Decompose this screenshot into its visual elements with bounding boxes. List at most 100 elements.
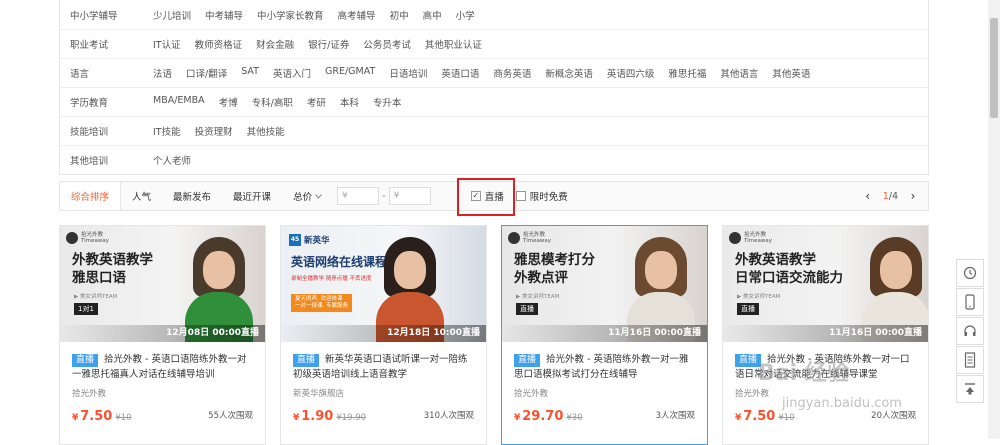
price-range: ¥ - ¥ [337, 187, 431, 205]
filter-item[interactable]: 银行/证券 [308, 37, 349, 51]
filter-item[interactable]: 其他技能 [247, 124, 285, 138]
course-title[interactable]: 直播 拾光外教 - 英语陪练外教一对一雅思口语模拟考试打分在线辅导 [514, 352, 695, 382]
currency-symbol: ¥ [735, 413, 742, 423]
price-value: 7.50 [743, 409, 776, 424]
live-time: 11月16日 00:00直播 [723, 325, 928, 342]
filter-item[interactable]: IT技能 [153, 124, 181, 138]
free-filter-checkbox[interactable]: 限时免费 [515, 189, 568, 203]
course-price: ¥7.50 [735, 409, 775, 424]
course-thumbnail[interactable]: 拾光外教 Timeaway 外教英语教学 雅思口语 ▶ 美女讲师TEAM 1对1 … [60, 226, 265, 342]
filter-item[interactable]: 高考辅导 [338, 8, 376, 22]
sort-comprehensive[interactable]: 综合排序 [60, 182, 122, 210]
filter-item[interactable]: SAT [241, 66, 259, 80]
filter-item[interactable]: 少儿培训 [153, 8, 191, 22]
filter-item[interactable]: 考研 [307, 95, 326, 109]
course-card[interactable]: 拾光外教 Timeaway 雅思模考打分 外教点评 ▶ 美女讲师TEAM 直播 1… [501, 225, 708, 445]
currency-symbol: ¥ [293, 413, 300, 423]
price-value: 7.50 [80, 409, 113, 424]
filter-item[interactable]: 专科/高职 [252, 95, 293, 109]
filter-item[interactable]: 教师资格证 [195, 37, 243, 51]
thumb-title-line1: 英语网络在线课程 [291, 255, 388, 269]
course-thumbnail[interactable]: 拾光外教 Timeaway 雅思模考打分 外教点评 ▶ 美女讲师TEAM 直播 1… [502, 226, 707, 342]
sort-price[interactable]: 总价 [282, 182, 333, 210]
original-price: ¥30 [566, 413, 583, 423]
original-price: ¥19.90 [336, 413, 367, 423]
filter-item[interactable]: 口译/翻译 [186, 66, 227, 80]
scrollbar-thumb[interactable] [990, 18, 998, 118]
filter-item[interactable]: 英语四六级 [607, 66, 655, 80]
filter-item[interactable]: IT认证 [153, 37, 181, 51]
sort-newest[interactable]: 最新发布 [162, 182, 222, 210]
course-card[interactable]: 拾光外教 Timeaway 外教英语教学 雅思口语 ▶ 美女讲师TEAM 1对1 … [59, 225, 266, 445]
course-org[interactable]: 拾光外教 [72, 387, 253, 399]
thumb-subtitle: ▶ 美女讲师TEAM [516, 294, 560, 300]
thumb-promo: 夏天闹声, 欢迎体课 一对一授课, 专属服务 [291, 294, 352, 312]
course-price: ¥7.50 [72, 409, 112, 424]
sort-bar: 综合排序 人气 最新发布 最近开课 总价 ¥ - ¥ ✓ 直播 限时免费 ‹ 1… [59, 178, 929, 216]
course-title-text: 拾光外教 - 英语口语陪练外教一对一雅思托福真人对话在线辅导培训 [72, 354, 247, 380]
filter-item[interactable]: 其他职业认证 [425, 37, 482, 51]
price-from-input[interactable]: ¥ [337, 187, 380, 205]
headset-icon[interactable] [956, 317, 984, 345]
thumb-title-line1: 外教英语教学 [72, 252, 153, 268]
filter-item[interactable]: 专升本 [373, 95, 402, 109]
filter-item[interactable]: 财会金融 [256, 37, 294, 51]
sort-start-date[interactable]: 最近开课 [222, 182, 282, 210]
filter-item[interactable]: MBA/EMBA [153, 95, 205, 109]
filter-item[interactable]: 考博 [219, 95, 238, 109]
course-thumbnail[interactable]: 拾光外教 Timeaway 外教英语教学 日常口语交流能力 ▶ 美女讲师TEAM … [723, 226, 928, 342]
filter-item[interactable]: 初中 [390, 8, 409, 22]
floating-toolbar [956, 259, 984, 404]
course-org[interactable]: 新英华旗舰店 [293, 387, 474, 399]
filter-item[interactable]: 英语口语 [441, 66, 479, 80]
checkbox-empty-icon [515, 191, 526, 201]
pagination: ‹ 1/4 › [853, 182, 928, 210]
filter-item[interactable]: 法语 [153, 66, 172, 80]
thumb-tag: 直播 [516, 303, 538, 315]
filter-item[interactable]: 本科 [340, 95, 359, 109]
live-badge: 直播 [72, 354, 99, 367]
chevron-down-icon [315, 191, 322, 202]
filter-item[interactable]: 新概念英语 [545, 66, 593, 80]
course-card[interactable]: 45 新英华 英语网络在线课程 录制全播教学 随停点播 不丢进度 夏天闹声, 欢迎… [280, 225, 487, 445]
course-thumbnail[interactable]: 45 新英华 英语网络在线课程 录制全播教学 随停点播 不丢进度 夏天闹声, 欢迎… [281, 226, 486, 342]
filter-item[interactable]: 雅思托福 [668, 66, 706, 80]
sort-popularity[interactable]: 人气 [121, 182, 162, 210]
chevron-right-icon[interactable]: › [898, 189, 928, 203]
filter-item[interactable]: GRE/GMAT [325, 66, 375, 80]
mobile-icon[interactable] [956, 288, 984, 316]
filter-item[interactable]: 小学 [456, 8, 475, 22]
filter-item[interactable]: 其他语言 [720, 66, 758, 80]
filter-item[interactable]: 中考辅导 [205, 8, 243, 22]
vertical-scrollbar[interactable] [988, 0, 1000, 439]
category-filter: 中小学辅导 少儿培训 中考辅导 中小学家长教育 高考辅导 初中 高中 小学 职业… [59, 0, 929, 175]
annotation-highlight-box [457, 178, 515, 216]
thumb-logo-text: 新英华 [304, 236, 330, 246]
filter-item[interactable]: 投资理财 [195, 124, 233, 138]
course-title-text: 新英华英语口语试听课一对一陪练初级英语培训线上语音教学 [293, 354, 468, 380]
document-icon[interactable] [956, 346, 984, 374]
filter-item[interactable]: 个人老师 [153, 153, 191, 167]
filter-item[interactable]: 其他英语 [772, 66, 810, 80]
filter-item[interactable]: 中小学家长教育 [257, 8, 324, 22]
thumb-subtitle: ▶ 美女讲师TEAM [737, 294, 781, 300]
course-grid: 拾光外教 Timeaway 外教英语教学 雅思口语 ▶ 美女讲师TEAM 1对1 … [59, 225, 929, 445]
thumb-title-line1: 外教英语教学 [735, 252, 816, 268]
price-to-input[interactable]: ¥ [388, 187, 431, 205]
thumb-title-line1: 雅思模考打分 [514, 252, 595, 268]
filter-item[interactable]: 高中 [423, 8, 442, 22]
course-title-text: 拾光外教 - 英语陪练外教一对一雅思口语模拟考试打分在线辅导 [514, 354, 689, 380]
course-title[interactable]: 直播 新英华英语口语试听课一对一陪练初级英语培训线上语音教学 [293, 352, 474, 382]
filter-item[interactable]: 英语入门 [273, 66, 311, 80]
course-title[interactable]: 直播 拾光外教 - 英语口语陪练外教一对一雅思托福真人对话在线辅导培训 [72, 352, 253, 382]
filter-item[interactable]: 公务员考试 [363, 37, 411, 51]
course-org[interactable]: 拾光外教 [514, 387, 695, 399]
filter-item[interactable]: 商务英语 [493, 66, 531, 80]
filter-item[interactable]: 日语培训 [389, 66, 427, 80]
original-price: ¥10 [115, 413, 132, 423]
history-icon[interactable] [956, 259, 984, 287]
course-card[interactable]: 拾光外教 Timeaway 外教英语教学 日常口语交流能力 ▶ 美女讲师TEAM … [722, 225, 929, 445]
back-to-top-icon[interactable] [956, 375, 984, 403]
currency-symbol: ¥ [514, 413, 521, 423]
chevron-left-icon[interactable]: ‹ [853, 189, 883, 203]
